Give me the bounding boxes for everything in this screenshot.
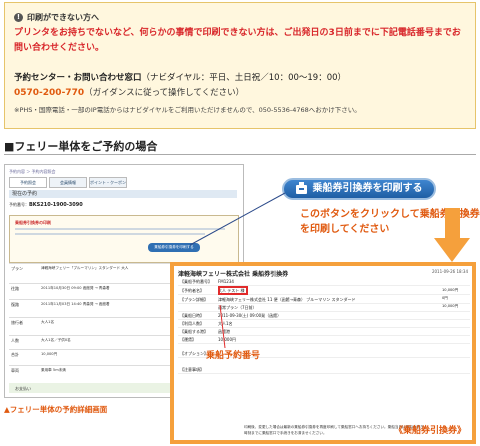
highlight-connector	[219, 304, 226, 349]
connector-lines	[189, 192, 470, 349]
connector-line	[189, 192, 286, 246]
down-arrow-icon	[434, 208, 470, 262]
